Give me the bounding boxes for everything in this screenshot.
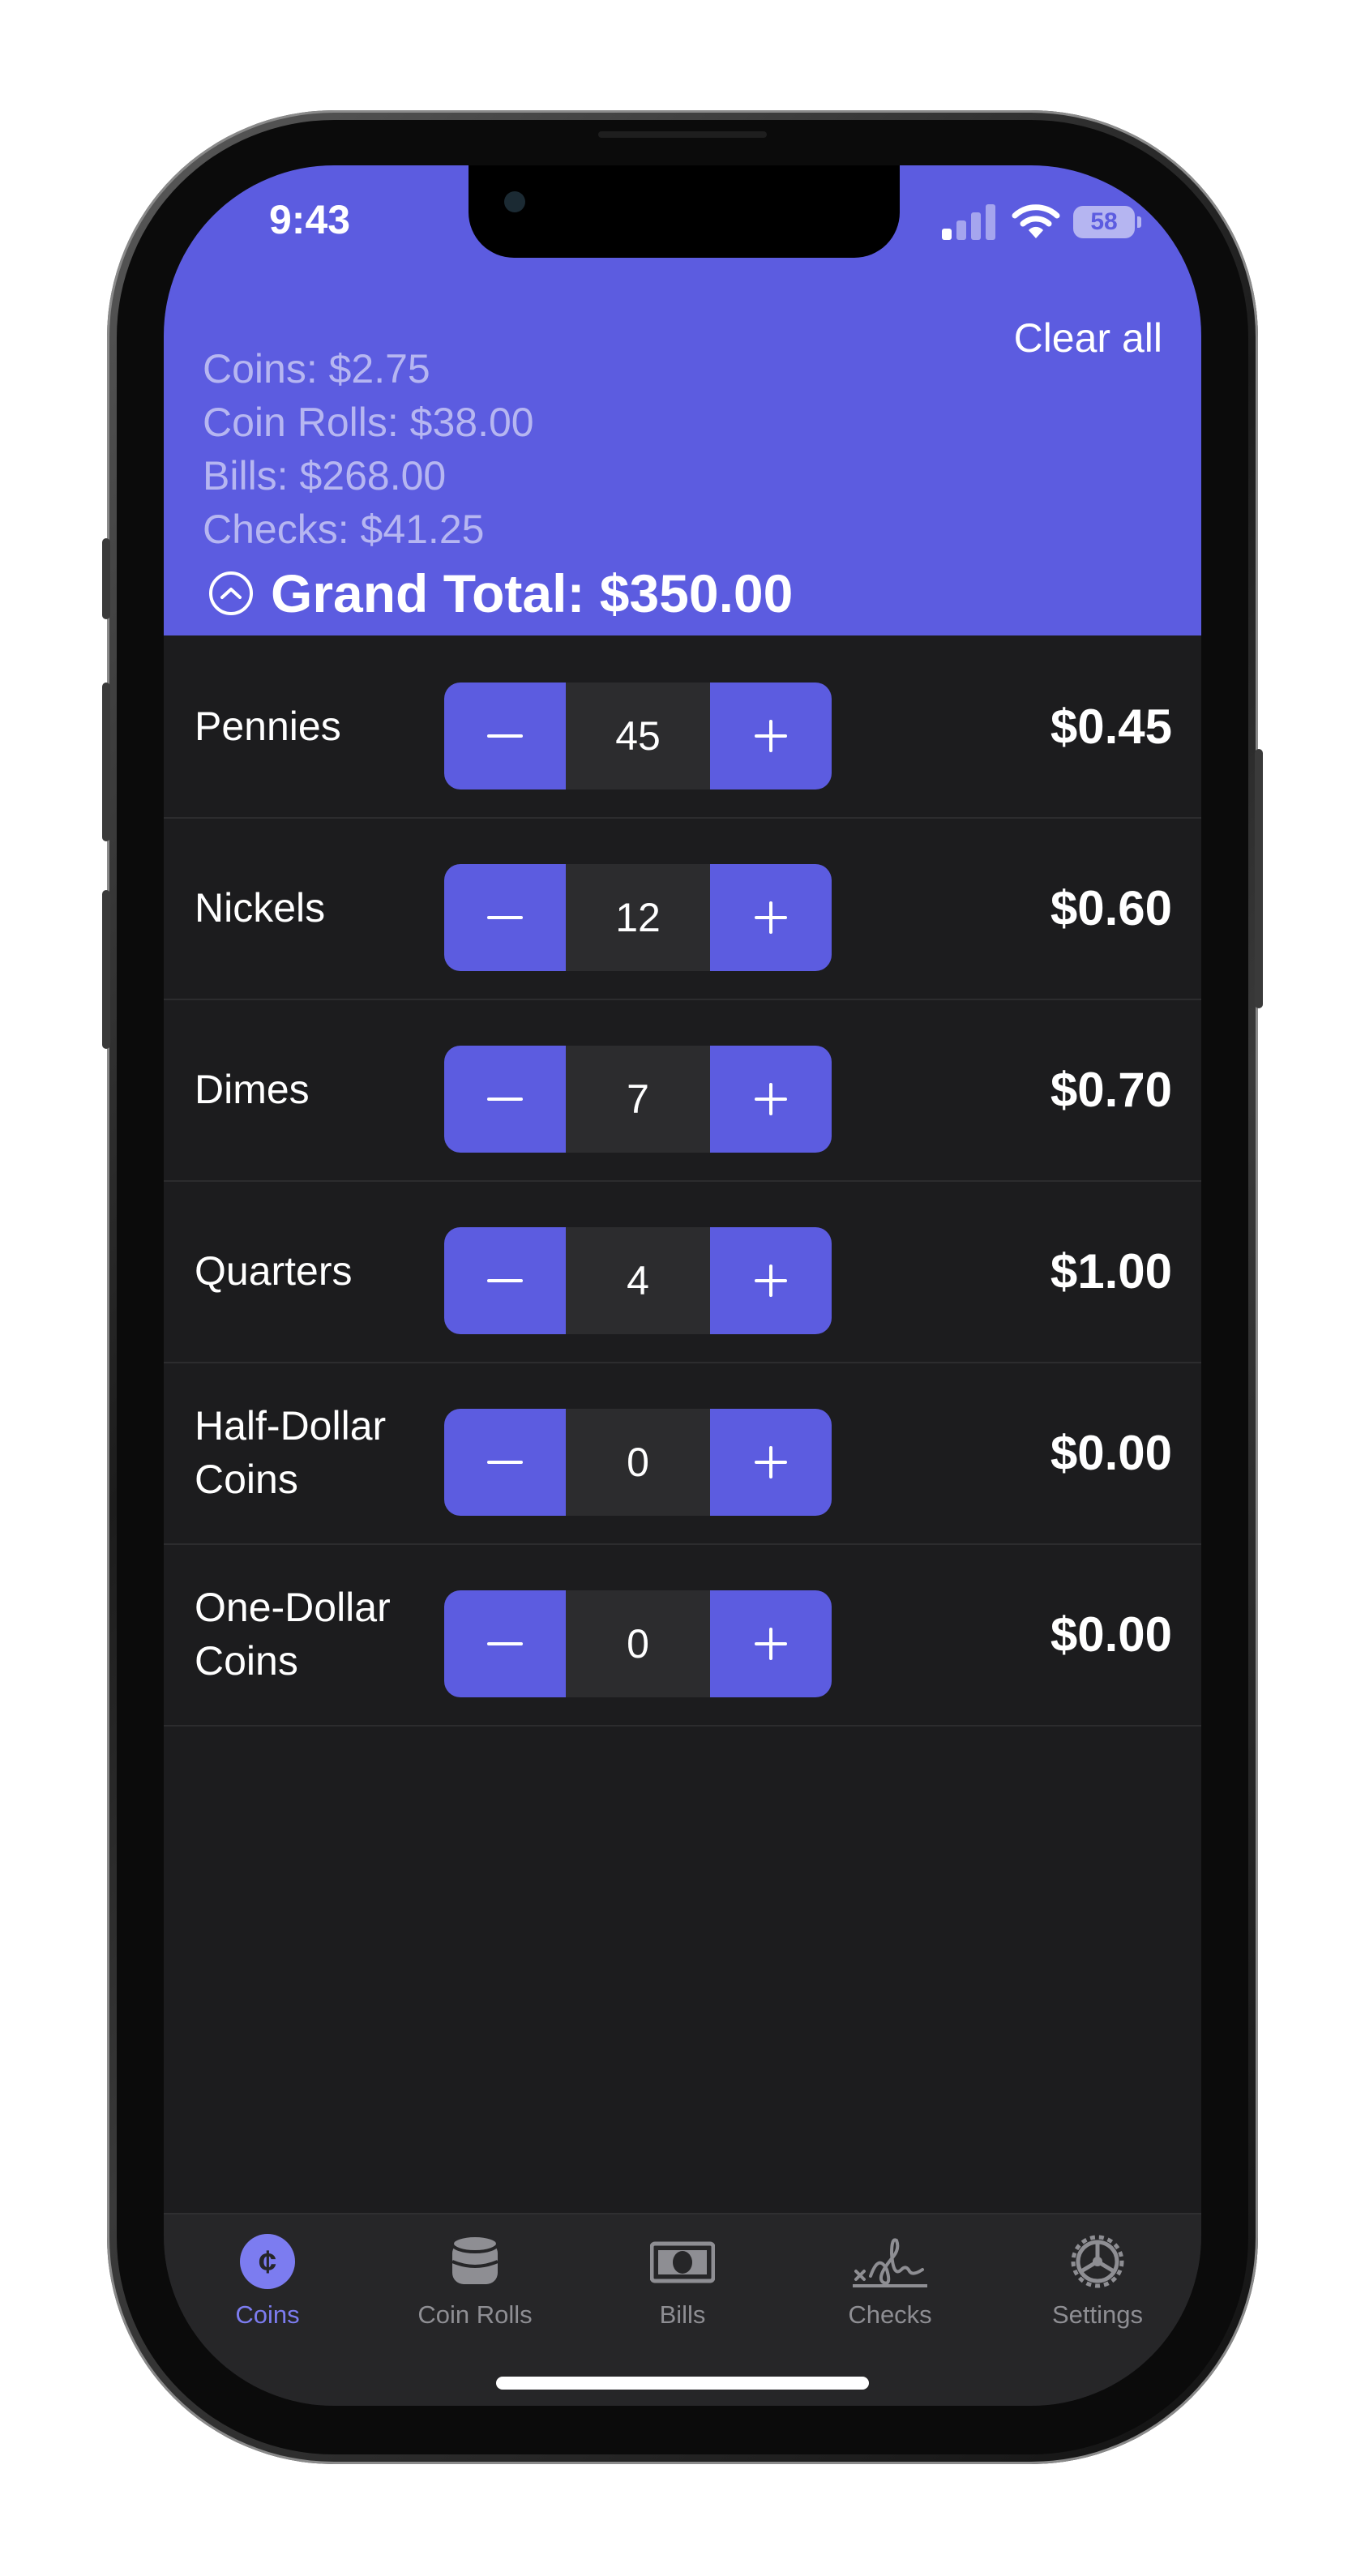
tab-coin-rolls[interactable]: Coin Rolls <box>371 2229 579 2334</box>
minus-icon <box>487 1098 523 1101</box>
plus-icon <box>755 720 787 752</box>
power-button <box>1255 749 1263 1008</box>
app-screen: 9:43 58 Clear all Coins: $2.75 Coin Roll… <box>164 165 1201 2406</box>
quantity-value[interactable]: 0 <box>566 1590 710 1697</box>
clear-all-button[interactable]: Clear all <box>1014 315 1162 362</box>
signature-icon <box>853 2229 927 2294</box>
decrement-button[interactable] <box>444 1590 566 1697</box>
coin-total: $0.00 <box>1050 1425 1172 1480</box>
wifi-icon <box>1012 201 1060 242</box>
tab-label: Bills <box>659 2300 706 2329</box>
tab-label: Settings <box>1051 2300 1143 2329</box>
quantity-value[interactable]: 0 <box>566 1409 710 1516</box>
decrement-button[interactable] <box>444 683 566 789</box>
coin-total: $1.00 <box>1050 1243 1172 1299</box>
tab-settings[interactable]: Settings <box>994 2229 1201 2334</box>
decrement-button[interactable] <box>444 1409 566 1516</box>
action-button <box>102 538 110 619</box>
gear-icon <box>1065 2229 1130 2294</box>
tab-coins[interactable]: ¢ Coins <box>164 2229 371 2334</box>
coin-label: Pennies <box>195 704 341 749</box>
quantity-stepper[interactable]: 0 <box>444 1590 832 1697</box>
quantity-stepper[interactable]: 7 <box>444 1046 832 1153</box>
decrement-button[interactable] <box>444 864 566 971</box>
earpiece-speaker <box>598 131 767 138</box>
volume-down-button <box>102 890 110 1049</box>
quantity-value[interactable]: 4 <box>566 1227 710 1334</box>
subtotal-coins: Coins: $2.75 <box>203 346 430 392</box>
status-time: 9:43 <box>269 197 351 242</box>
coin-label: Half-Dollar Coins <box>195 1403 387 1502</box>
list-item: Pennies 45 $0.45 <box>164 635 1201 819</box>
coin-label: One-Dollar Coins <box>195 1585 391 1684</box>
quantity-stepper[interactable]: 12 <box>444 864 832 971</box>
cent-coin-icon: ¢ <box>235 2229 300 2294</box>
minus-icon <box>487 734 523 738</box>
plus-icon <box>755 1264 787 1297</box>
minus-icon <box>487 1461 523 1464</box>
quantity-value[interactable]: 45 <box>566 683 710 789</box>
quantity-value[interactable]: 7 <box>566 1046 710 1153</box>
decrement-button[interactable] <box>444 1227 566 1334</box>
minus-icon <box>487 1279 523 1282</box>
tab-checks[interactable]: Checks <box>786 2229 994 2334</box>
coin-total: $0.45 <box>1050 699 1172 754</box>
coin-total: $0.70 <box>1050 1062 1172 1117</box>
quantity-stepper[interactable]: 45 <box>444 683 832 789</box>
tab-label: Checks <box>848 2300 932 2329</box>
coin-label: Dimes <box>195 1067 310 1112</box>
tab-label: Coins <box>235 2300 300 2329</box>
grand-total: Grand Total: $350.00 <box>271 563 794 623</box>
banknote-icon <box>649 2229 716 2294</box>
increment-button[interactable] <box>710 1590 832 1697</box>
list-item: Half-Dollar Coins 0 $0.00 <box>164 1362 1201 1545</box>
tab-label: Coin Rolls <box>417 2300 533 2329</box>
minus-icon <box>487 1642 523 1645</box>
list-item: Dimes 7 $0.70 <box>164 999 1201 1182</box>
subtotal-checks: Checks: $41.25 <box>203 507 485 552</box>
status-indicators: 58 <box>942 201 1141 245</box>
home-indicator[interactable] <box>496 2377 869 2390</box>
quantity-value[interactable]: 12 <box>566 864 710 971</box>
cellular-signal-icon <box>942 203 997 240</box>
front-camera <box>504 191 525 212</box>
minus-icon <box>487 916 523 919</box>
chevron-up-circle-icon[interactable] <box>209 571 253 615</box>
coin-total: $0.00 <box>1050 1607 1172 1662</box>
increment-button[interactable] <box>710 1046 832 1153</box>
increment-button[interactable] <box>710 1227 832 1334</box>
svg-text:¢: ¢ <box>259 2244 276 2280</box>
plus-icon <box>755 1083 787 1115</box>
coin-label: Nickels <box>195 885 326 931</box>
plus-icon <box>755 901 787 934</box>
quantity-stepper[interactable]: 4 <box>444 1227 832 1334</box>
increment-button[interactable] <box>710 864 832 971</box>
coin-stack-icon <box>443 2229 507 2294</box>
list-item: Nickels 12 $0.60 <box>164 817 1201 1000</box>
plus-icon <box>755 1446 787 1478</box>
grand-total-toggle[interactable]: Grand Total: $350.00 <box>209 561 793 626</box>
list-item: One-Dollar Coins 0 $0.00 <box>164 1543 1201 1727</box>
list-item: Quarters 4 $1.00 <box>164 1180 1201 1363</box>
quantity-stepper[interactable]: 0 <box>444 1409 832 1516</box>
decrement-button[interactable] <box>444 1046 566 1153</box>
subtotal-bills: Bills: $268.00 <box>203 453 447 499</box>
coin-total: $0.60 <box>1050 880 1172 935</box>
subtotals-list: Coins: $2.75 Coin Rolls: $38.00 Bills: $… <box>203 342 534 556</box>
dynamic-notch <box>469 165 900 258</box>
plus-icon <box>755 1628 787 1660</box>
subtotal-coin-rolls: Coin Rolls: $38.00 <box>203 400 534 445</box>
battery-icon: 58 <box>1073 206 1141 238</box>
increment-button[interactable] <box>710 683 832 789</box>
increment-button[interactable] <box>710 1409 832 1516</box>
volume-up-button <box>102 683 110 841</box>
tab-bills[interactable]: Bills <box>579 2229 786 2334</box>
coin-label: Quarters <box>195 1248 353 1294</box>
